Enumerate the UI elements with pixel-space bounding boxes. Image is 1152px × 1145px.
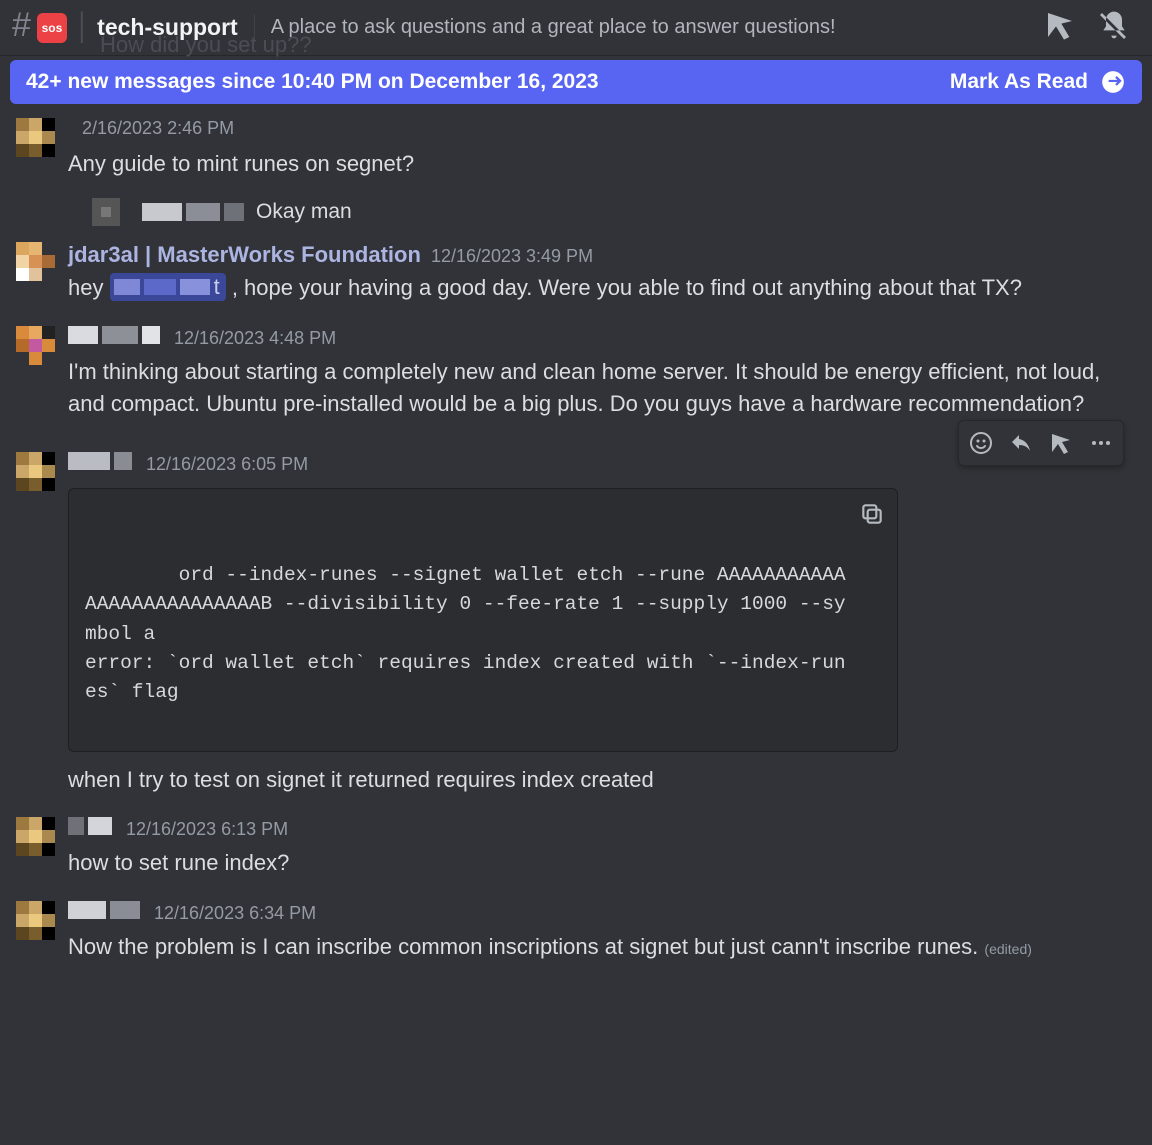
avatar[interactable] — [16, 901, 68, 953]
mark-as-read-button[interactable]: Mark As Read — [950, 70, 1088, 94]
thread-button[interactable] — [1043, 425, 1079, 461]
hash-icon: # — [12, 6, 37, 49]
message[interactable]: 12/16/2023 6:34 PM Now the problem is I … — [0, 897, 1152, 981]
message-list: 2/16/2023 2:46 PM Any guide to mint rune… — [0, 110, 1152, 981]
message-actions — [958, 420, 1124, 466]
username-redacted[interactable] — [142, 203, 244, 221]
avatar[interactable] — [92, 198, 120, 226]
message-body: Okay man — [256, 200, 352, 224]
message-compact[interactable]: Okay man — [0, 198, 1152, 238]
username-redacted[interactable] — [68, 817, 112, 835]
message[interactable]: 12/16/2023 6:13 PM how to set rune index… — [0, 813, 1152, 897]
message[interactable]: 12/16/2023 6:05 PM ord --index-runes --s… — [0, 438, 1152, 814]
username[interactable]: jdar3al | MasterWorks Foundation — [68, 242, 421, 268]
avatar[interactable] — [16, 326, 68, 378]
mention[interactable]: t — [110, 273, 226, 301]
add-reaction-button[interactable] — [963, 425, 999, 461]
message-body: hey t , hope your having a good day. Wer… — [68, 270, 1136, 304]
timestamp: 12/16/2023 4:48 PM — [174, 328, 336, 349]
message-body: Now the problem is I can inscribe common… — [68, 929, 1136, 963]
divider: │ — [75, 11, 97, 44]
message-body: when I try to test on signet it returned… — [68, 762, 1136, 796]
timestamp: 12/16/2023 6:34 PM — [154, 903, 316, 924]
message[interactable]: jdar3al | MasterWorks Foundation 12/16/2… — [0, 238, 1152, 322]
mark-read-icon[interactable] — [1100, 69, 1126, 95]
sos-badge: sos — [37, 13, 67, 43]
channel-topic[interactable]: A place to ask questions and a great pla… — [271, 16, 1026, 39]
username-redacted[interactable] — [68, 452, 132, 470]
avatar[interactable] — [16, 817, 68, 869]
timestamp: 2/16/2023 2:46 PM — [82, 118, 234, 139]
edited-label: (edited) — [984, 941, 1031, 957]
notifications-muted-icon[interactable] — [1098, 9, 1130, 46]
banner-text: 42+ new messages since 10:40 PM on Decem… — [26, 70, 599, 94]
username-redacted[interactable] — [68, 326, 160, 344]
timestamp: 12/16/2023 6:13 PM — [126, 819, 288, 840]
avatar[interactable] — [16, 452, 68, 504]
username-redacted[interactable] — [68, 901, 140, 919]
message-body: Any guide to mint runes on segnet? — [68, 146, 1136, 180]
avatar[interactable] — [16, 118, 68, 170]
code-block: ord --index-runes --signet wallet etch -… — [68, 488, 898, 752]
message[interactable]: 2/16/2023 2:46 PM Any guide to mint rune… — [0, 114, 1152, 198]
reply-button[interactable] — [1003, 425, 1039, 461]
copy-icon[interactable] — [859, 501, 885, 527]
timestamp: 12/16/2023 6:05 PM — [146, 454, 308, 475]
threads-icon[interactable] — [1044, 9, 1076, 46]
avatar[interactable] — [16, 242, 68, 294]
timestamp: 12/16/2023 3:49 PM — [431, 246, 593, 267]
more-button[interactable] — [1083, 425, 1119, 461]
message-body: I'm thinking about starting a completely… — [68, 354, 1136, 420]
message-body: how to set rune index? — [68, 845, 1136, 879]
new-messages-banner[interactable]: 42+ new messages since 10:40 PM on Decem… — [10, 60, 1142, 104]
